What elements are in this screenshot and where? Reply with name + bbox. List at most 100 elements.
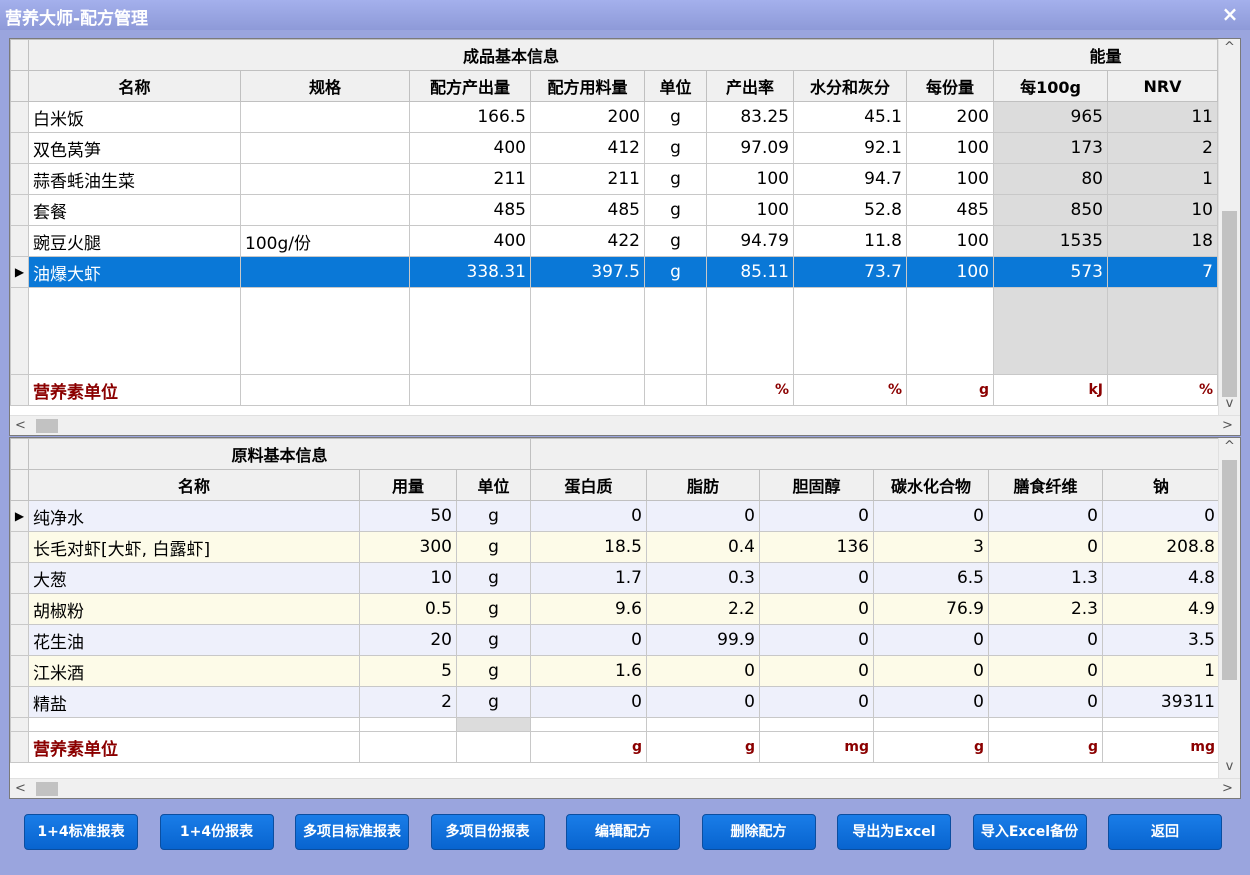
table-row[interactable]: 套餐 485 485 g 100 52.8 485 850 10 [10, 194, 1218, 226]
table-cell[interactable]: 100 [706, 194, 794, 226]
table-cell[interactable]: 白米饭 [28, 101, 241, 133]
table-cell[interactable]: g [644, 194, 707, 226]
table-cell[interactable]: 0 [759, 624, 874, 656]
table-cell[interactable]: 200 [530, 101, 645, 133]
table-row[interactable]: 蒜香蚝油生菜 211 211 g 100 94.7 100 80 1 [10, 163, 1218, 195]
column-header[interactable]: 胆固醇 [759, 469, 874, 501]
column-header[interactable]: NRV [1107, 70, 1218, 102]
table-cell[interactable]: 0 [873, 686, 989, 718]
table-cell[interactable]: g [456, 531, 531, 563]
table-cell[interactable]: 5 [359, 655, 457, 687]
table-cell[interactable]: 208.8 [1102, 531, 1220, 563]
table-cell[interactable]: 套餐 [28, 194, 241, 226]
column-header[interactable]: 名称 [28, 70, 241, 102]
table-cell[interactable]: 大葱 [28, 562, 360, 594]
table-cell[interactable]: 11.8 [793, 225, 907, 257]
table-cell[interactable]: 422 [530, 225, 645, 257]
column-header[interactable]: 产出率 [706, 70, 794, 102]
product-grid[interactable]: 成品基本信息 能量 名称 规格 配方产出量 配方用料量 单位 产出率 水分和灰分… [9, 38, 1241, 436]
close-icon[interactable]: × [1218, 3, 1242, 25]
table-cell[interactable]: 76.9 [873, 593, 989, 625]
table-cell[interactable]: 2 [359, 686, 457, 718]
column-header[interactable]: 配方用料量 [530, 70, 645, 102]
table-cell[interactable]: 0 [530, 500, 647, 532]
scroll-right-icon[interactable]: > [1217, 780, 1238, 798]
table-cell[interactable]: 485 [906, 194, 994, 226]
bottom-vertical-scrollbar[interactable]: ^ v [1218, 438, 1240, 778]
table-cell[interactable]: 0 [988, 624, 1103, 656]
table-cell[interactable]: g [456, 624, 531, 656]
table-cell[interactable]: 11 [1107, 101, 1218, 133]
back-button[interactable]: 返回 [1108, 814, 1222, 850]
table-cell[interactable]: 92.1 [793, 132, 907, 164]
table-cell[interactable]: 0 [988, 686, 1103, 718]
scroll-thumb[interactable] [36, 782, 58, 796]
table-cell[interactable]: 99.9 [646, 624, 760, 656]
column-header[interactable]: 碳水化合物 [873, 469, 989, 501]
table-cell[interactable]: 0 [988, 655, 1103, 687]
table-cell[interactable]: 211 [409, 163, 531, 195]
table-cell[interactable]: 4.8 [1102, 562, 1220, 594]
table-row[interactable]: ▶ 纯净水 50 g 0 0 0 0 0 0 [10, 500, 1220, 532]
table-row[interactable]: 白米饭 166.5 200 g 83.25 45.1 200 965 11 [10, 101, 1218, 133]
table-cell[interactable] [240, 101, 410, 133]
table-cell[interactable] [240, 256, 410, 288]
table-cell[interactable]: 50 [359, 500, 457, 532]
table-cell[interactable]: 2.3 [988, 593, 1103, 625]
table-cell[interactable]: 0 [873, 624, 989, 656]
table-cell[interactable]: 3.5 [1102, 624, 1220, 656]
table-cell[interactable]: 100g/份 [240, 225, 410, 257]
table-cell[interactable]: 0 [759, 500, 874, 532]
table-cell[interactable]: 0 [759, 593, 874, 625]
table-cell[interactable] [240, 163, 410, 195]
table-cell[interactable]: 7 [1107, 256, 1218, 288]
column-header[interactable]: 每份量 [906, 70, 994, 102]
column-header[interactable]: 用量 [359, 469, 457, 501]
table-cell[interactable]: 73.7 [793, 256, 907, 288]
table-cell[interactable]: 油爆大虾 [28, 256, 241, 288]
table-cell[interactable]: 6.5 [873, 562, 989, 594]
table-row[interactable]: 双色莴笋 400 412 g 97.09 92.1 100 173 2 [10, 132, 1218, 164]
table-cell[interactable]: 412 [530, 132, 645, 164]
table-row[interactable]: 江米酒 5 g 1.6 0 0 0 0 1 [10, 655, 1220, 687]
table-cell[interactable]: 0 [646, 686, 760, 718]
table-cell[interactable]: 胡椒粉 [28, 593, 360, 625]
table-cell[interactable]: 80 [993, 163, 1108, 195]
table-row[interactable]: 豌豆火腿 100g/份 400 422 g 94.79 11.8 100 1535 18 [10, 225, 1218, 257]
column-header[interactable]: 单位 [456, 469, 531, 501]
table-cell[interactable]: 0 [988, 531, 1103, 563]
table-cell[interactable]: 100 [906, 256, 994, 288]
scroll-down-icon[interactable]: v [1219, 758, 1240, 776]
column-header[interactable]: 钠 [1102, 469, 1220, 501]
table-cell[interactable]: 0 [646, 655, 760, 687]
table-cell[interactable]: 4.9 [1102, 593, 1220, 625]
table-cell[interactable]: 豌豆火腿 [28, 225, 241, 257]
table-cell[interactable]: 9.6 [530, 593, 647, 625]
table-row[interactable]: 花生油 20 g 0 99.9 0 0 0 3.5 [10, 624, 1220, 656]
table-cell[interactable]: 1535 [993, 225, 1108, 257]
table-cell[interactable]: 0 [646, 500, 760, 532]
table-cell[interactable]: 85.11 [706, 256, 794, 288]
table-cell[interactable]: 39311 [1102, 686, 1220, 718]
table-cell[interactable]: 94.7 [793, 163, 907, 195]
scroll-thumb[interactable] [1222, 211, 1237, 397]
scroll-thumb[interactable] [36, 419, 58, 433]
table-cell[interactable]: 18 [1107, 225, 1218, 257]
table-cell[interactable]: 965 [993, 101, 1108, 133]
column-header[interactable]: 每100g [993, 70, 1108, 102]
table-cell[interactable]: 100 [906, 132, 994, 164]
table-cell[interactable]: 400 [409, 225, 531, 257]
table-cell[interactable]: 10 [1107, 194, 1218, 226]
table-cell[interactable]: 花生油 [28, 624, 360, 656]
table-cell[interactable]: 100 [906, 163, 994, 195]
table-cell[interactable]: 1 [1107, 163, 1218, 195]
table-cell[interactable]: 2 [1107, 132, 1218, 164]
table-cell[interactable]: 0 [530, 686, 647, 718]
scroll-up-icon[interactable]: ^ [1219, 39, 1240, 57]
table-cell[interactable]: 双色莴笋 [28, 132, 241, 164]
table-cell[interactable]: 1.6 [530, 655, 647, 687]
table-cell[interactable]: 0 [759, 562, 874, 594]
scroll-up-icon[interactable]: ^ [1219, 438, 1240, 456]
table-cell[interactable]: 45.1 [793, 101, 907, 133]
table-cell[interactable]: 397.5 [530, 256, 645, 288]
